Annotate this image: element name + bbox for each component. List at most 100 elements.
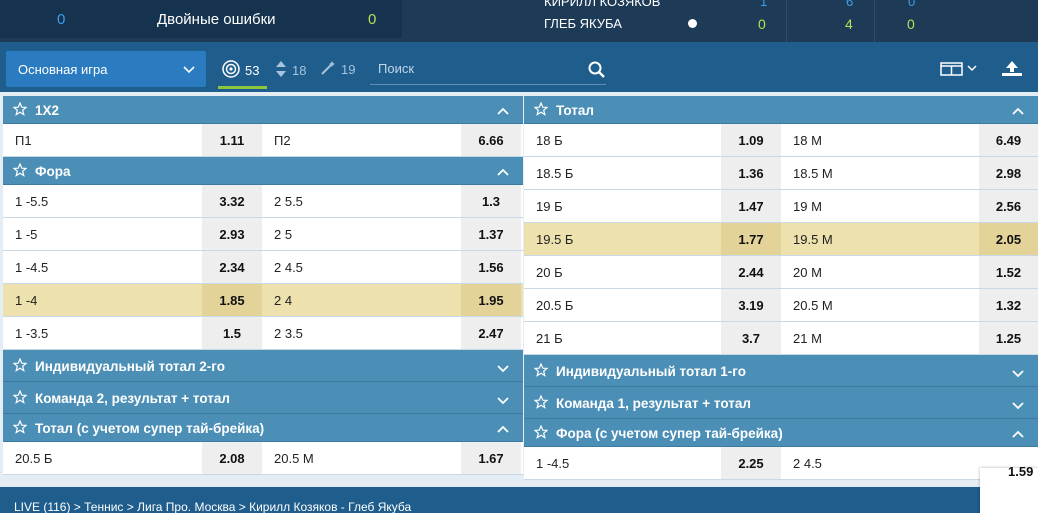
star-icon[interactable] xyxy=(12,101,28,119)
chevron-down-icon[interactable] xyxy=(1012,398,1024,413)
odds-button[interactable]: 2.44 xyxy=(721,256,781,288)
player2-score-games: 0 xyxy=(758,16,766,32)
serve-ball-icon xyxy=(688,19,697,28)
chevron-up-icon[interactable] xyxy=(497,105,509,120)
odds-button[interactable]: 1.85 xyxy=(202,284,262,316)
chevron-down-icon[interactable] xyxy=(497,361,509,376)
odds-button[interactable]: 1.09 xyxy=(721,124,781,156)
footer-bar: LIVE (116) > Теннис > Лига Про. Москва >… xyxy=(0,487,1038,513)
popup-odds-value: 1.59 xyxy=(1008,464,1034,479)
search-input[interactable] xyxy=(378,61,578,76)
odds-button[interactable]: 2.47 xyxy=(461,317,521,349)
odds-button[interactable]: 1.32 xyxy=(979,289,1038,321)
market-header-total[interactable]: Тотал xyxy=(524,96,1038,124)
odds-button[interactable]: 6.49 xyxy=(979,124,1038,156)
scoreboard: 0 Двойные ошибки 0 КИРИЛЛ КОЗЯКОВ 1 6 0 … xyxy=(0,0,1038,42)
odds-button[interactable]: 1.5 xyxy=(202,317,262,349)
odds-row: 20.5 Б 3.19 20.5 М 1.32 xyxy=(524,289,1038,322)
odds-button[interactable]: 2.25 xyxy=(721,447,781,479)
odds-button[interactable]: 2.56 xyxy=(979,190,1038,222)
odds-button[interactable]: 1.37 xyxy=(461,218,521,250)
odds-button[interactable]: 1.36 xyxy=(721,157,781,189)
odds-row: 1 -5 2.93 2 5 1.37 xyxy=(3,218,523,251)
odds-button[interactable]: 6.66 xyxy=(461,124,521,156)
chevron-up-icon[interactable] xyxy=(1012,105,1024,120)
tab-all-markets[interactable]: 53 xyxy=(222,60,259,81)
odds-button[interactable]: 1.77 xyxy=(721,223,781,255)
market-header-fora-super-tiebreak[interactable]: Фора (с учетом супер тай-брейка) xyxy=(524,419,1038,447)
odds-row: 18 Б 1.09 18 М 6.49 xyxy=(524,124,1038,157)
odds-button[interactable]: 2.05 xyxy=(979,223,1038,255)
stat-value-player2: 0 xyxy=(368,11,377,28)
odds-button[interactable]: 1.95 xyxy=(461,284,521,316)
tab-filter-wand-count: 19 xyxy=(341,62,356,77)
stat-value-player1: 0 xyxy=(57,11,66,28)
odds-button[interactable]: 1.3 xyxy=(461,185,521,217)
market-title: Фора xyxy=(35,164,71,179)
tab-filter-arrows[interactable]: 18 xyxy=(275,60,306,81)
market-header-individual-total-1[interactable]: Индивидуальный тотал 1-го xyxy=(524,355,1038,387)
player2-score-points: 0 xyxy=(907,16,915,32)
star-icon[interactable] xyxy=(533,424,549,442)
odds-row: 20.5 Б 2.08 20.5 М 1.67 xyxy=(3,442,523,475)
tab-all-markets-count: 53 xyxy=(245,63,260,78)
players-score: КИРИЛЛ КОЗЯКОВ 1 6 0 ГЛЕБ ЯКУБА 0 4 0 xyxy=(530,0,1038,42)
outcome-label: 2 4.5 xyxy=(793,456,822,471)
tab-filter-wand[interactable]: 19 xyxy=(320,60,355,79)
odds-button[interactable]: 1.67 xyxy=(461,442,521,474)
star-icon[interactable] xyxy=(533,362,549,380)
star-icon[interactable] xyxy=(533,394,549,412)
layout-toggle-button[interactable] xyxy=(940,62,980,79)
market-header-individual-total-2[interactable]: Индивидуальный тотал 2-го xyxy=(3,350,523,382)
market-toolbar: Основная игра 53 18 19 xyxy=(0,42,1038,92)
player1-name: КИРИЛЛ КОЗЯКОВ xyxy=(544,0,661,9)
star-icon[interactable] xyxy=(12,419,28,437)
odds-row: 1 -3.5 1.5 2 3.5 2.47 xyxy=(3,317,523,350)
chevron-down-icon[interactable] xyxy=(1012,366,1024,381)
pin-icon[interactable] xyxy=(1000,59,1024,82)
odds-button[interactable]: 3.32 xyxy=(202,185,262,217)
odds-popup[interactable]: 1.59 xyxy=(980,464,1038,513)
odds-row: 1 -4.5 2.25 2 4.5 xyxy=(524,447,1038,480)
search-icon[interactable] xyxy=(588,61,605,81)
player1-score-points: 0 xyxy=(908,0,916,9)
market-header-team2-result-total[interactable]: Команда 2, результат + тотал xyxy=(3,382,523,414)
chevron-down-icon[interactable] xyxy=(497,393,509,408)
odds-button[interactable]: 1.11 xyxy=(202,124,262,156)
odds-row: П1 1.11 П2 6.66 xyxy=(3,124,523,157)
odds-button[interactable]: 3.19 xyxy=(721,289,781,321)
market-header-total-super-tiebreak[interactable]: Тотал (с учетом супер тай-брейка) xyxy=(3,414,523,442)
market-title: Индивидуальный тотал 1-го xyxy=(556,364,746,379)
odds-button[interactable]: 1.56 xyxy=(461,251,521,283)
odds-button[interactable]: 3.7 xyxy=(721,322,781,354)
market-header-team1-result-total[interactable]: Команда 1, результат + тотал xyxy=(524,387,1038,419)
sort-arrows-icon xyxy=(275,60,287,81)
breadcrumb[interactable]: LIVE (116) > Теннис > Лига Про. Москва >… xyxy=(14,500,411,513)
odds-row: 1 -4.5 2.34 2 4.5 1.56 xyxy=(3,251,523,284)
odds-row-highlighted: 1 -4 1.85 2 4 1.95 xyxy=(3,284,523,317)
stat-box: 0 Двойные ошибки 0 xyxy=(0,0,402,38)
odds-button[interactable]: 2.08 xyxy=(202,442,262,474)
odds-button[interactable]: 2.34 xyxy=(202,251,262,283)
market-header-1x2[interactable]: 1X2 xyxy=(3,96,523,124)
odds-button[interactable]: 1.47 xyxy=(721,190,781,222)
odds-button[interactable]: 1.25 xyxy=(979,322,1038,354)
market-header-fora[interactable]: Фора xyxy=(3,157,523,185)
chevron-up-icon[interactable] xyxy=(497,166,509,181)
star-icon[interactable] xyxy=(12,389,28,407)
odds-row: 18.5 Б 1.36 18.5 М 2.98 xyxy=(524,157,1038,190)
game-period-select[interactable]: Основная игра xyxy=(6,51,206,87)
odds-row: 21 Б 3.7 21 М 1.25 xyxy=(524,322,1038,355)
chevron-up-icon[interactable] xyxy=(497,423,509,438)
star-icon[interactable] xyxy=(12,357,28,375)
odds-button[interactable]: 2.93 xyxy=(202,218,262,250)
star-icon[interactable] xyxy=(533,101,549,119)
market-column-left: 1X2 П1 1.11 П2 6.66 Фора 1 -5.5 3.32 2 5… xyxy=(3,96,523,475)
odds-row: 19 Б 1.47 19 М 2.56 xyxy=(524,190,1038,223)
odds-button[interactable]: 1.52 xyxy=(979,256,1038,288)
stat-label: Двойные ошибки xyxy=(157,11,276,28)
player2-name: ГЛЕБ ЯКУБА xyxy=(544,16,622,31)
star-icon[interactable] xyxy=(12,162,28,180)
chevron-up-icon[interactable] xyxy=(1012,428,1024,443)
odds-button[interactable]: 2.98 xyxy=(979,157,1038,189)
